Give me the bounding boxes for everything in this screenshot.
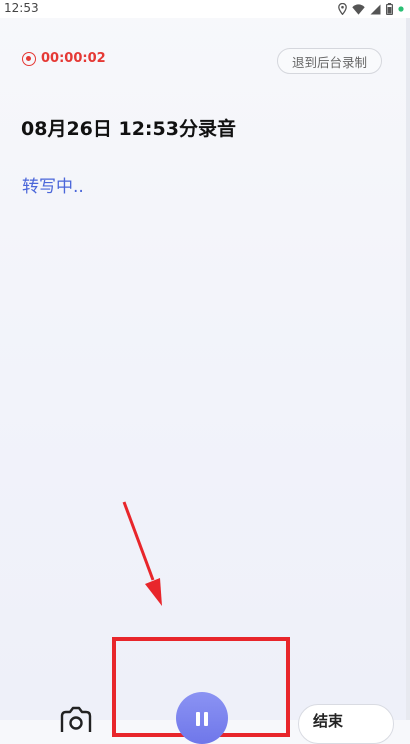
status-icons [338, 2, 404, 16]
record-indicator-icon [22, 51, 36, 66]
battery-icon [386, 3, 393, 15]
recording-title[interactable]: 08月26日 12:53分录音 [21, 114, 236, 141]
annotation-arrow [122, 501, 162, 606]
location-icon [338, 3, 347, 15]
status-bar: 12:53 [0, 0, 410, 18]
recording-timer: 00:00:02 [22, 51, 106, 66]
notification-dot-icon [398, 6, 404, 12]
transcribe-status: 转写中.. [22, 177, 84, 197]
side-edge [406, 18, 410, 720]
timer-text: 00:00:02 [41, 51, 106, 66]
camera-button[interactable] [56, 702, 96, 732]
background-record-button[interactable]: 退到后台录制 [277, 48, 382, 74]
signal-icon [370, 4, 381, 15]
end-button[interactable]: 结束 [298, 704, 394, 744]
wifi-icon [352, 3, 365, 15]
end-label: 结束 [313, 712, 344, 730]
status-time: 12:53 [4, 1, 39, 15]
pause-button[interactable] [176, 692, 228, 744]
